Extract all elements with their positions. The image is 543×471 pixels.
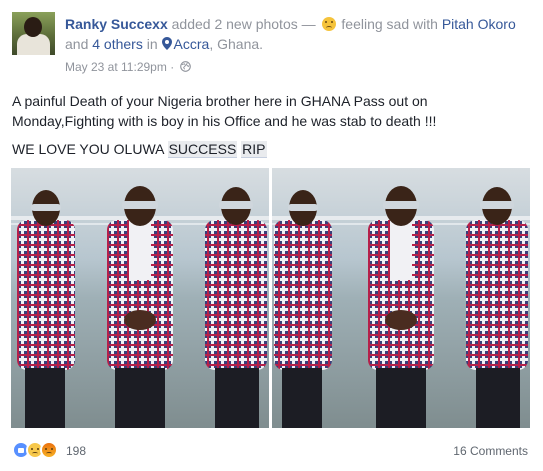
avatar[interactable] [12,12,55,55]
author-name[interactable]: Ranky Succexx [65,16,168,32]
photo-grid [11,168,532,428]
post-text-line1: A painful Death of your Nigeria brother … [12,93,437,129]
post-timestamp[interactable]: May 23 at 11:29pm [65,60,167,74]
comments-link[interactable]: 16 Comments [453,444,528,458]
angry-reaction-icon [40,441,58,459]
hashtag-success[interactable]: SUCCESS [167,141,238,158]
post-meta: May 23 at 11:29pm · [65,59,191,75]
meta-separator: · [170,60,175,74]
feeling-text: feeling sad with [341,16,438,32]
post-text-line2: WE LOVE YOU OLUWA SUCCESS RIP [12,139,532,159]
figure-center [368,186,434,428]
post-photo-1[interactable] [11,168,269,428]
post-action: added 2 new photos — [171,16,316,32]
tagged-person[interactable]: Pitah Okoro [442,16,516,32]
post-headline: Ranky Succexx added 2 new photos — feeli… [65,14,530,54]
text-line2-prefix: WE LOVE YOU OLUWA [12,141,168,157]
location-country: , Ghana. [209,36,264,52]
post-footer: 198 16 Comments [12,438,532,462]
post-body: A painful Death of your Nigeria brother … [12,91,532,167]
in-text: in [146,36,158,52]
and-text: and [65,36,89,52]
hashtag-rip[interactable]: RIP [241,141,267,158]
post-header: Ranky Succexx added 2 new photos — feeli… [12,12,532,76]
tagged-others[interactable]: 4 others [92,36,143,52]
location-city[interactable]: Accra [174,36,210,52]
reaction-count[interactable]: 198 [66,444,86,458]
figure-center [107,186,173,428]
globe-icon[interactable] [179,61,191,72]
post-photo-2[interactable] [272,168,530,428]
sad-face-icon [321,17,336,31]
map-pin-icon [161,37,172,50]
